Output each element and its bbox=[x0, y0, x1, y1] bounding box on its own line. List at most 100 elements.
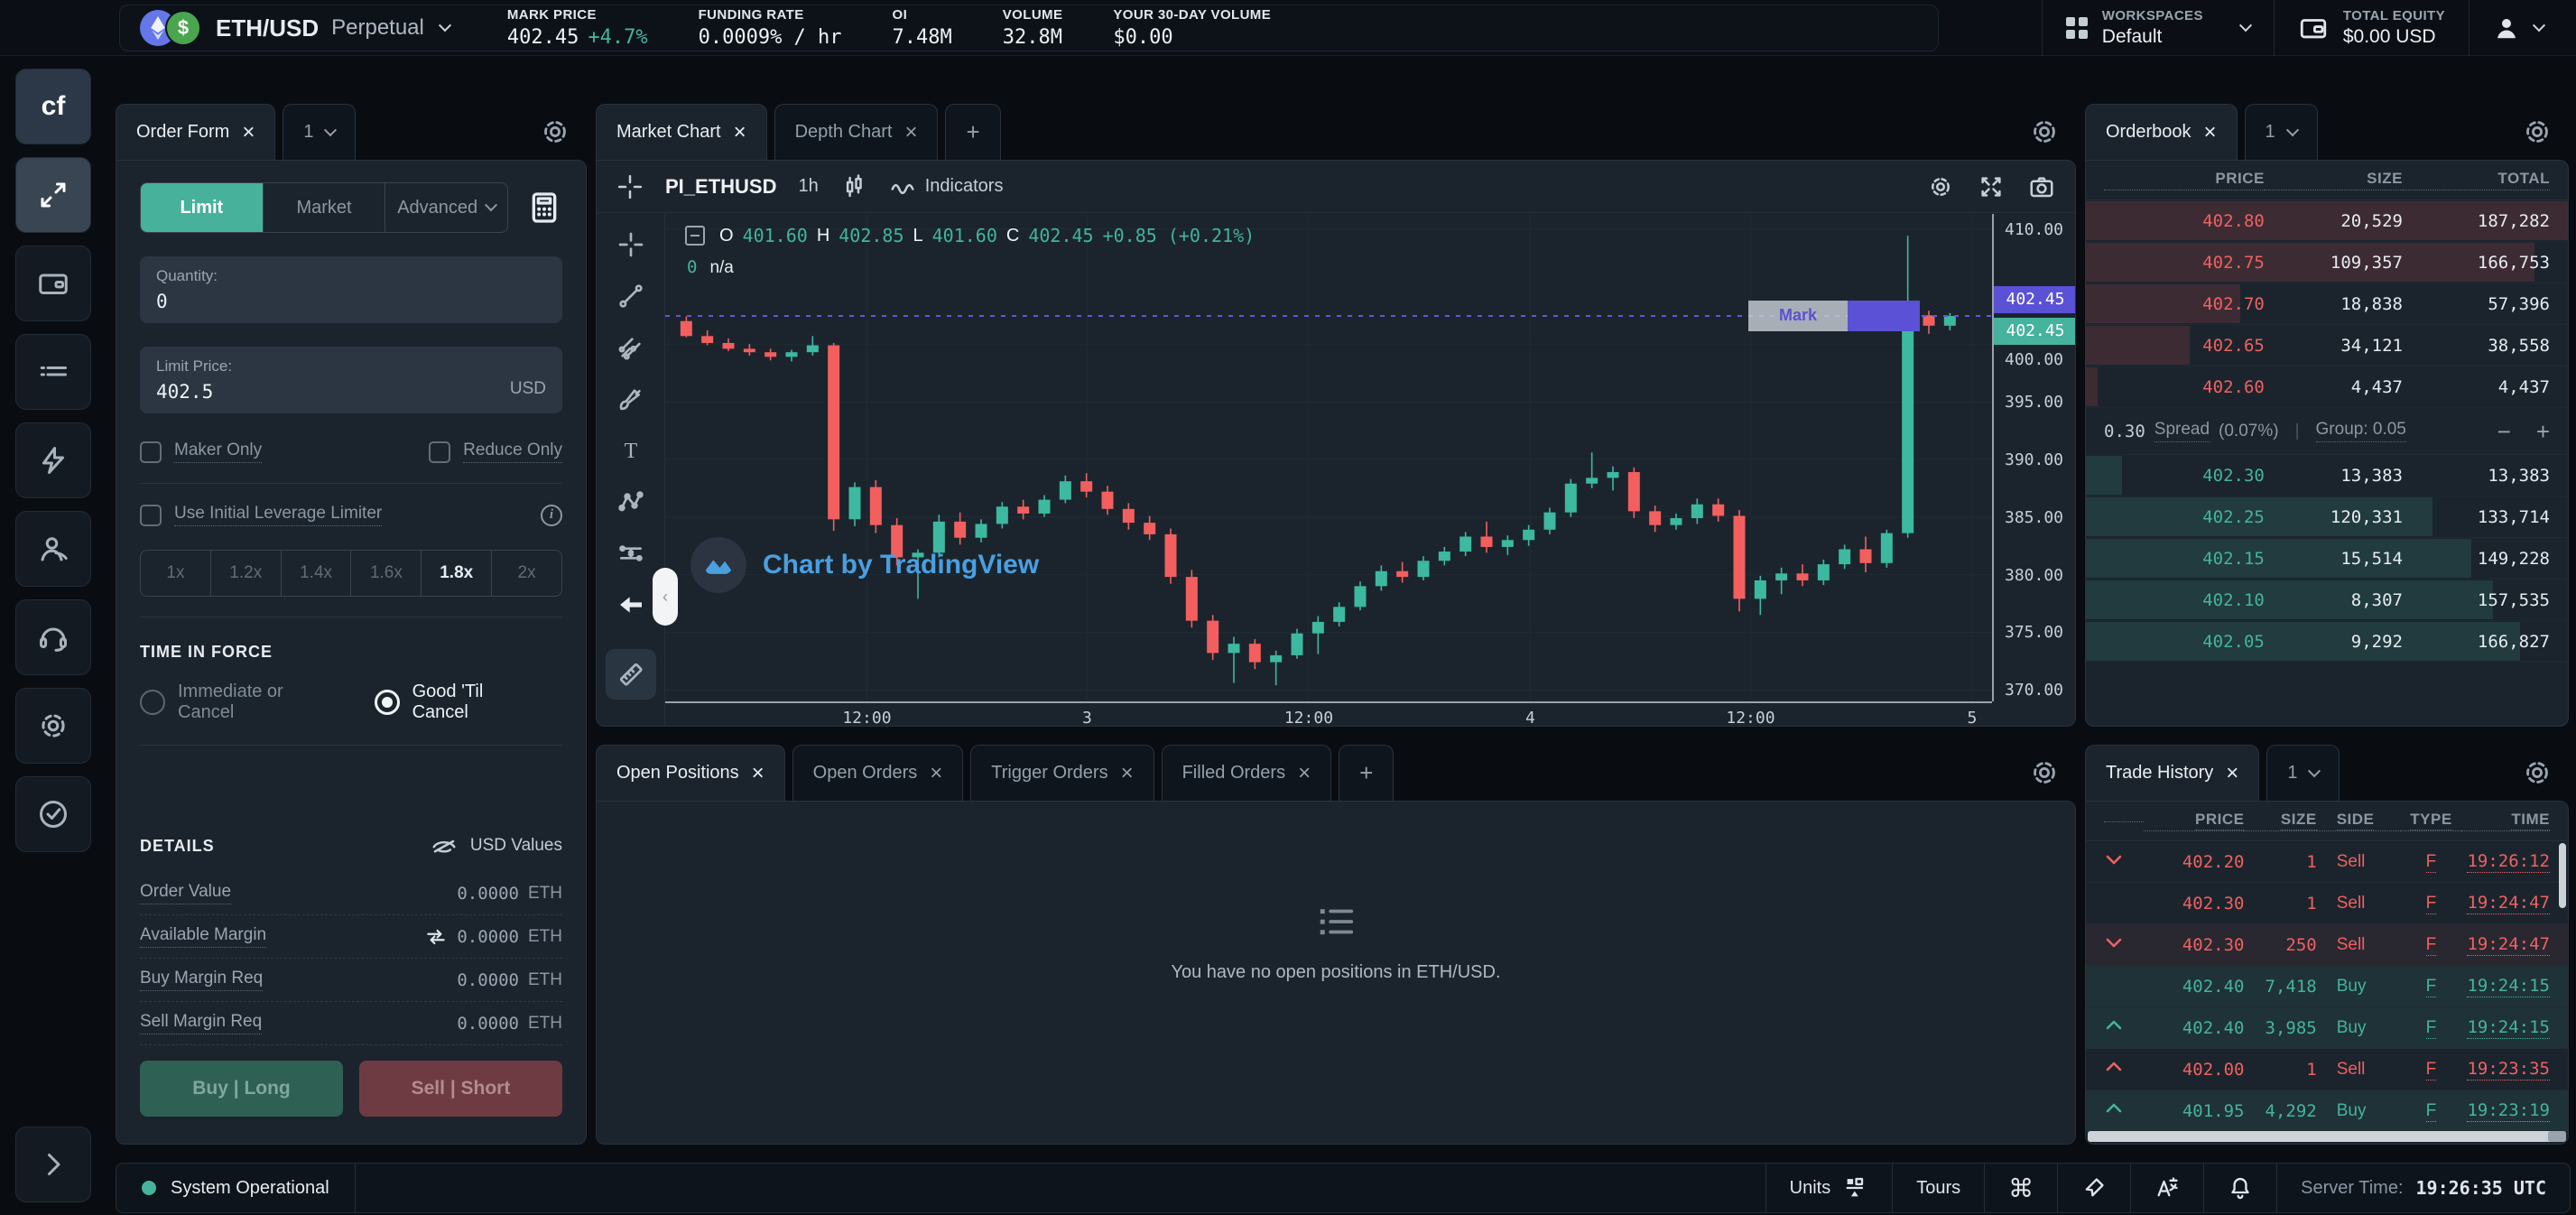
pattern-tool-icon[interactable] bbox=[616, 487, 645, 516]
tours-button[interactable]: Tours bbox=[1892, 1164, 1984, 1212]
order-form-count-tab[interactable]: 1 bbox=[283, 104, 356, 160]
tif-option[interactable]: Immediate or Cancel bbox=[140, 682, 329, 723]
tab-trigger-orders[interactable]: Trigger Orders× bbox=[970, 745, 1154, 801]
sidebar-expand-button[interactable] bbox=[15, 1127, 91, 1202]
close-icon[interactable]: × bbox=[930, 763, 942, 784]
type-flag[interactable]: F bbox=[2426, 852, 2437, 873]
quantity-field[interactable]: Quantity: 0 bbox=[140, 256, 562, 323]
sell-short-button[interactable]: Sell | Short bbox=[359, 1061, 562, 1117]
orderbook-row[interactable]: 402.6534,12138,558 bbox=[2086, 325, 2568, 366]
calculator-icon[interactable] bbox=[526, 190, 562, 226]
orderbook-row[interactable]: 402.3013,38313,383 bbox=[2086, 455, 2568, 496]
reduce-only-checkbox[interactable]: Reduce Only bbox=[429, 441, 562, 463]
orderbook-row[interactable]: 402.75109,357166,753 bbox=[2086, 242, 2568, 283]
tab-trade-history[interactable]: Trade History × bbox=[2085, 745, 2259, 801]
fullscreen-icon[interactable] bbox=[1978, 173, 2005, 200]
chart-settings-gear-icon[interactable] bbox=[1927, 173, 1954, 200]
tab-open-positions[interactable]: Open Positions× bbox=[596, 745, 785, 801]
usd-values-toggle[interactable]: USD Values bbox=[431, 832, 562, 859]
close-icon[interactable]: × bbox=[2204, 122, 2217, 144]
chart-interval[interactable]: 1h bbox=[798, 176, 818, 197]
leverage-option-1.4x[interactable]: 1.4x bbox=[282, 551, 352, 596]
tab-advanced[interactable]: Advanced bbox=[385, 183, 507, 232]
language-button[interactable] bbox=[2130, 1164, 2203, 1212]
notifications-button[interactable] bbox=[2203, 1164, 2276, 1212]
close-icon[interactable]: × bbox=[1121, 763, 1134, 784]
tab-orderbook[interactable]: Orderbook × bbox=[2085, 104, 2238, 160]
tif-option[interactable]: Good 'Til Cancel bbox=[375, 682, 532, 723]
details-label[interactable]: Buy Margin Req bbox=[140, 969, 263, 991]
orderbook-count-tab[interactable]: 1 bbox=[2245, 104, 2318, 160]
candles-icon[interactable] bbox=[840, 173, 867, 200]
type-flag[interactable]: F bbox=[2426, 935, 2437, 956]
add-positions-tab-button[interactable]: + bbox=[1339, 745, 1394, 801]
brush-tool-icon[interactable] bbox=[616, 385, 645, 413]
group-label[interactable]: Group: 0.05 bbox=[2316, 420, 2406, 442]
close-icon[interactable]: × bbox=[242, 122, 255, 144]
workspaces-selector[interactable]: WORKSPACES Default bbox=[2042, 0, 2274, 56]
trade-row[interactable]: 402.301SellF19:24:47 bbox=[2086, 883, 2568, 924]
tab-limit[interactable]: Limit bbox=[141, 183, 264, 232]
maker-only-checkbox[interactable]: Maker Only bbox=[140, 441, 262, 463]
trade-row[interactable]: 402.201SellF19:26:12 bbox=[2086, 841, 2568, 883]
toolbar-collapse-chip[interactable]: ‹ bbox=[653, 568, 678, 626]
close-icon[interactable]: × bbox=[904, 122, 917, 144]
spread-label[interactable]: Spread bbox=[2154, 420, 2210, 442]
type-flag[interactable]: F bbox=[2426, 1018, 2437, 1039]
tab-market[interactable]: Market bbox=[264, 183, 386, 232]
tag-button[interactable] bbox=[2057, 1164, 2130, 1212]
buy-long-button[interactable]: Buy | Long bbox=[140, 1061, 343, 1117]
orderbook-row[interactable]: 402.059,292166,827 bbox=[2086, 621, 2568, 663]
pair-name[interactable]: ETH/USD bbox=[216, 14, 319, 42]
orderbook-row[interactable]: 402.604,4374,437 bbox=[2086, 366, 2568, 408]
shortcuts-button[interactable]: ⌘ bbox=[1984, 1164, 2057, 1212]
leverage-option-1.2x[interactable]: 1.2x bbox=[211, 551, 282, 596]
type-flag[interactable]: F bbox=[2426, 1060, 2437, 1081]
pair-chevron-down-icon[interactable] bbox=[439, 19, 451, 32]
system-status[interactable]: System Operational bbox=[116, 1164, 356, 1212]
col-total[interactable]: TOTAL bbox=[2403, 170, 2550, 190]
sidebar-item-status[interactable] bbox=[15, 776, 91, 852]
back-arrow-icon[interactable] bbox=[616, 590, 645, 619]
limit-price-field[interactable]: Limit Price: 402.5 USD bbox=[140, 347, 562, 413]
orderbook-row[interactable]: 402.7018,83857,396 bbox=[2086, 283, 2568, 325]
close-icon[interactable]: × bbox=[752, 763, 764, 784]
units-button[interactable]: Units bbox=[1765, 1164, 1893, 1212]
time-axis[interactable]: 12:00312:00412:005 bbox=[665, 701, 1992, 727]
account-menu[interactable] bbox=[2469, 0, 2567, 56]
type-flag[interactable]: F bbox=[2426, 1101, 2437, 1122]
orderbook-row[interactable]: 402.8020,529187,282 bbox=[2086, 200, 2568, 242]
tab-order-form[interactable]: Order Form × bbox=[116, 104, 275, 160]
trade-history-settings-button[interactable] bbox=[2522, 757, 2553, 788]
group-increase-button[interactable]: + bbox=[2536, 420, 2550, 443]
details-label[interactable]: Sell Margin Req bbox=[140, 1012, 262, 1034]
vertical-scrollbar[interactable] bbox=[2559, 843, 2566, 908]
sidebar-item-logo[interactable]: cf bbox=[15, 69, 91, 144]
orderbook-row[interactable]: 402.1515,514149,228 bbox=[2086, 538, 2568, 580]
leverage-limiter-checkbox[interactable]: Use Initial Leverage Limiter i bbox=[140, 504, 562, 526]
crosshair-icon[interactable] bbox=[616, 173, 644, 200]
col-time[interactable]: TIME bbox=[2511, 811, 2550, 830]
trade-row[interactable]: 402.001SellF19:23:35 bbox=[2086, 1049, 2568, 1090]
type-flag[interactable]: F bbox=[2426, 977, 2437, 997]
orderbook-row[interactable]: 402.25120,331133,714 bbox=[2086, 496, 2568, 538]
col-price[interactable]: PRICE bbox=[2195, 811, 2244, 830]
add-chart-tab-button[interactable]: + bbox=[945, 104, 1000, 160]
orderbook-row[interactable]: 402.108,307157,535 bbox=[2086, 580, 2568, 621]
leverage-option-2x[interactable]: 2x bbox=[492, 551, 561, 596]
crosshair-tool-icon[interactable] bbox=[616, 230, 645, 259]
chart-symbol[interactable]: PI_ETHUSD bbox=[665, 175, 776, 199]
trade-row[interactable]: 402.403,985BuyF19:24:15 bbox=[2086, 1007, 2568, 1049]
indicators-button[interactable]: Indicators bbox=[889, 173, 1004, 200]
col-side[interactable]: SIDE bbox=[2337, 811, 2375, 830]
tab-filled-orders[interactable]: Filled Orders× bbox=[1162, 745, 1332, 801]
col-size[interactable]: SIZE bbox=[2281, 811, 2317, 830]
col-size[interactable]: SIZE bbox=[2265, 170, 2403, 190]
orderbook-settings-button[interactable] bbox=[2522, 116, 2553, 147]
col-type[interactable]: TYPE bbox=[2410, 811, 2451, 830]
col-price[interactable]: PRICE bbox=[2104, 170, 2265, 190]
trade-row[interactable]: 402.407,418BuyF19:24:15 bbox=[2086, 966, 2568, 1007]
trendline-tool-icon[interactable] bbox=[616, 282, 645, 311]
horizontal-scrollbar[interactable] bbox=[2088, 1131, 2566, 1142]
camera-icon[interactable] bbox=[2028, 173, 2055, 200]
